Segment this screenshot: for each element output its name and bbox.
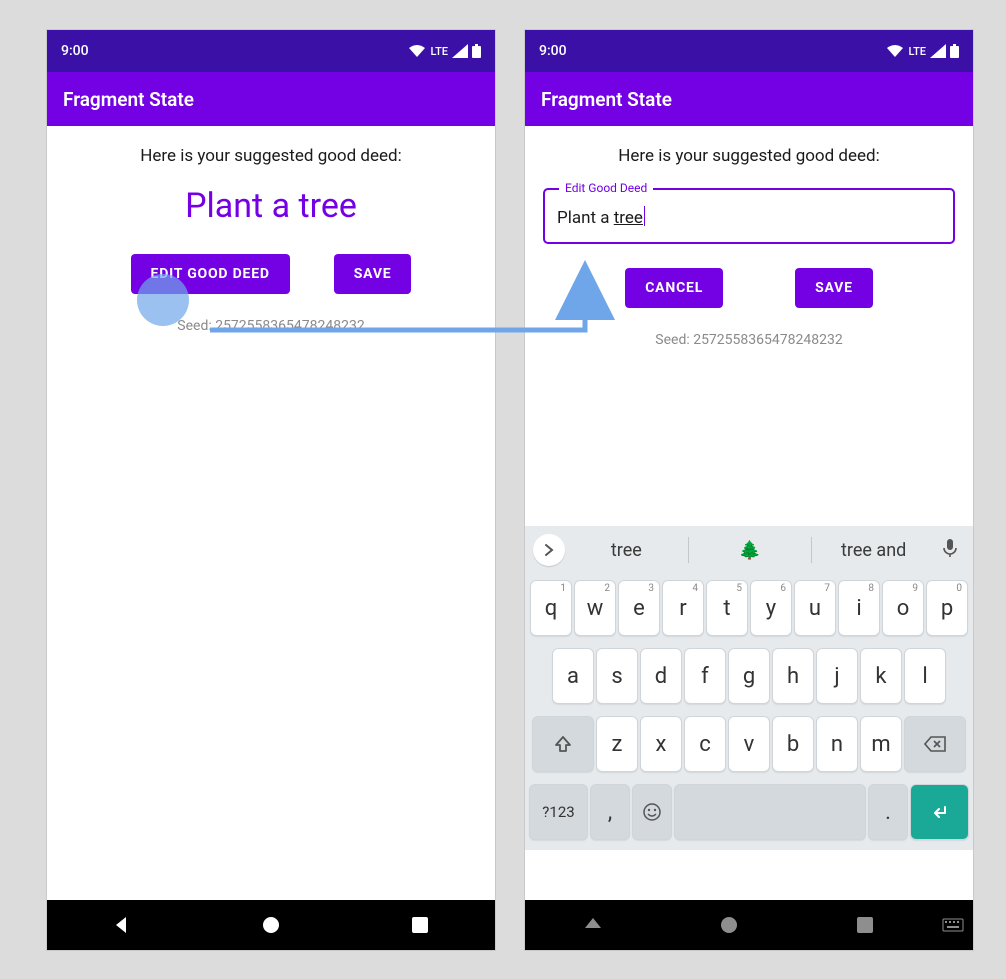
seed-text: Seed: 2572558365478248232: [525, 332, 973, 348]
app-bar: Fragment State: [47, 72, 495, 126]
edit-good-deed-field[interactable]: Edit Good Deed Plant a tree: [543, 188, 955, 244]
key-e[interactable]: e3: [618, 580, 660, 636]
comma-key[interactable]: ,: [590, 784, 630, 840]
signal-icon: [452, 44, 468, 58]
emoji-key[interactable]: [632, 784, 672, 840]
backspace-icon: [924, 736, 946, 752]
edit-good-deed-button[interactable]: EDIT GOOD DEED: [131, 254, 290, 294]
key-r[interactable]: r4: [662, 580, 704, 636]
shift-icon: [554, 735, 572, 753]
chevron-right-icon: [542, 543, 556, 557]
key-i[interactable]: i8: [838, 580, 880, 636]
keyboard-row-3: zxcvbnm: [525, 710, 973, 778]
key-s[interactable]: s: [596, 648, 638, 704]
key-b[interactable]: b: [772, 716, 814, 772]
key-h[interactable]: h: [772, 648, 814, 704]
keyboard-row-1: q1w2e3r4t5y6u7i8o9p0: [525, 574, 973, 642]
key-m[interactable]: m: [860, 716, 902, 772]
save-button[interactable]: SAVE: [795, 268, 873, 308]
suggestion-1[interactable]: tree: [565, 540, 688, 561]
seed-text: Seed: 2572558365478248232: [47, 318, 495, 334]
key-g[interactable]: g: [728, 648, 770, 704]
signal-icon: [930, 44, 946, 58]
nav-back-icon[interactable]: [583, 915, 603, 935]
field-value[interactable]: Plant a tree: [557, 206, 941, 228]
nav-recent-icon[interactable]: [856, 916, 874, 934]
space-key[interactable]: [674, 784, 866, 840]
key-x[interactable]: x: [640, 716, 682, 772]
network-label: LTE: [430, 45, 448, 58]
field-label: Edit Good Deed: [559, 181, 653, 195]
key-c[interactable]: c: [684, 716, 726, 772]
emoji-icon: [642, 802, 662, 822]
key-q[interactable]: q1: [530, 580, 572, 636]
status-bar: 9:00 LTE: [525, 30, 973, 72]
suggestion-row: tree 🌲 tree and: [525, 526, 973, 574]
phone-screen-edit: 9:00 LTE Fragment State Here is your sug…: [525, 30, 973, 950]
symbols-key[interactable]: ?123: [529, 784, 588, 840]
key-u[interactable]: u7: [794, 580, 836, 636]
status-bar: 9:00 LTE: [47, 30, 495, 72]
battery-icon: [472, 44, 481, 58]
enter-icon: [930, 802, 950, 822]
nav-home-icon[interactable]: [719, 915, 739, 935]
key-j[interactable]: j: [816, 648, 858, 704]
key-f[interactable]: f: [684, 648, 726, 704]
shift-key[interactable]: [532, 716, 594, 772]
key-p[interactable]: p0: [926, 580, 968, 636]
navigation-bar: [47, 900, 495, 950]
period-key[interactable]: .: [868, 784, 908, 840]
status-time: 9:00: [61, 43, 89, 59]
wifi-icon: [886, 44, 904, 58]
enter-key[interactable]: [910, 784, 969, 840]
nav-home-icon[interactable]: [261, 915, 281, 935]
suggestion-heading: Here is your suggested good deed:: [525, 146, 973, 166]
key-l[interactable]: l: [904, 648, 946, 704]
battery-icon: [950, 44, 959, 58]
status-icons: LTE: [408, 44, 481, 58]
key-w[interactable]: w2: [574, 580, 616, 636]
key-v[interactable]: v: [728, 716, 770, 772]
mic-icon[interactable]: [935, 538, 965, 562]
status-time: 9:00: [539, 43, 567, 59]
key-t[interactable]: t5: [706, 580, 748, 636]
nav-back-icon[interactable]: [112, 915, 132, 935]
keyboard-row-2: asdfghjkl: [525, 642, 973, 710]
suggestion-2[interactable]: 🌲: [689, 540, 812, 561]
nav-recent-icon[interactable]: [411, 916, 429, 934]
app-title: Fragment State: [541, 88, 672, 111]
backspace-key[interactable]: [904, 716, 966, 772]
app-bar: Fragment State: [525, 72, 973, 126]
status-icons: LTE: [886, 44, 959, 58]
good-deed-text: Plant a tree: [47, 186, 495, 226]
key-k[interactable]: k: [860, 648, 902, 704]
phone-screen-display: 9:00 LTE Fragment State Here is your sug…: [47, 30, 495, 950]
wifi-icon: [408, 44, 426, 58]
key-d[interactable]: d: [640, 648, 682, 704]
key-n[interactable]: n: [816, 716, 858, 772]
key-z[interactable]: z: [596, 716, 638, 772]
key-y[interactable]: y6: [750, 580, 792, 636]
key-o[interactable]: o9: [882, 580, 924, 636]
keyboard-switch-icon[interactable]: [942, 918, 964, 932]
key-a[interactable]: a: [552, 648, 594, 704]
save-button[interactable]: SAVE: [334, 254, 412, 294]
expand-suggestions-button[interactable]: [533, 534, 565, 566]
navigation-bar: [525, 900, 973, 950]
text-caret: [644, 206, 645, 226]
suggestion-3[interactable]: tree and: [812, 540, 935, 561]
keyboard-row-4: ?123 , .: [525, 778, 973, 850]
suggestion-heading: Here is your suggested good deed:: [47, 146, 495, 166]
network-label: LTE: [908, 45, 926, 58]
cancel-button[interactable]: CANCEL: [625, 268, 723, 308]
app-title: Fragment State: [63, 88, 194, 111]
soft-keyboard[interactable]: tree 🌲 tree and q1w2e3r4t5y6u7i8o9p0 asd…: [525, 526, 973, 850]
